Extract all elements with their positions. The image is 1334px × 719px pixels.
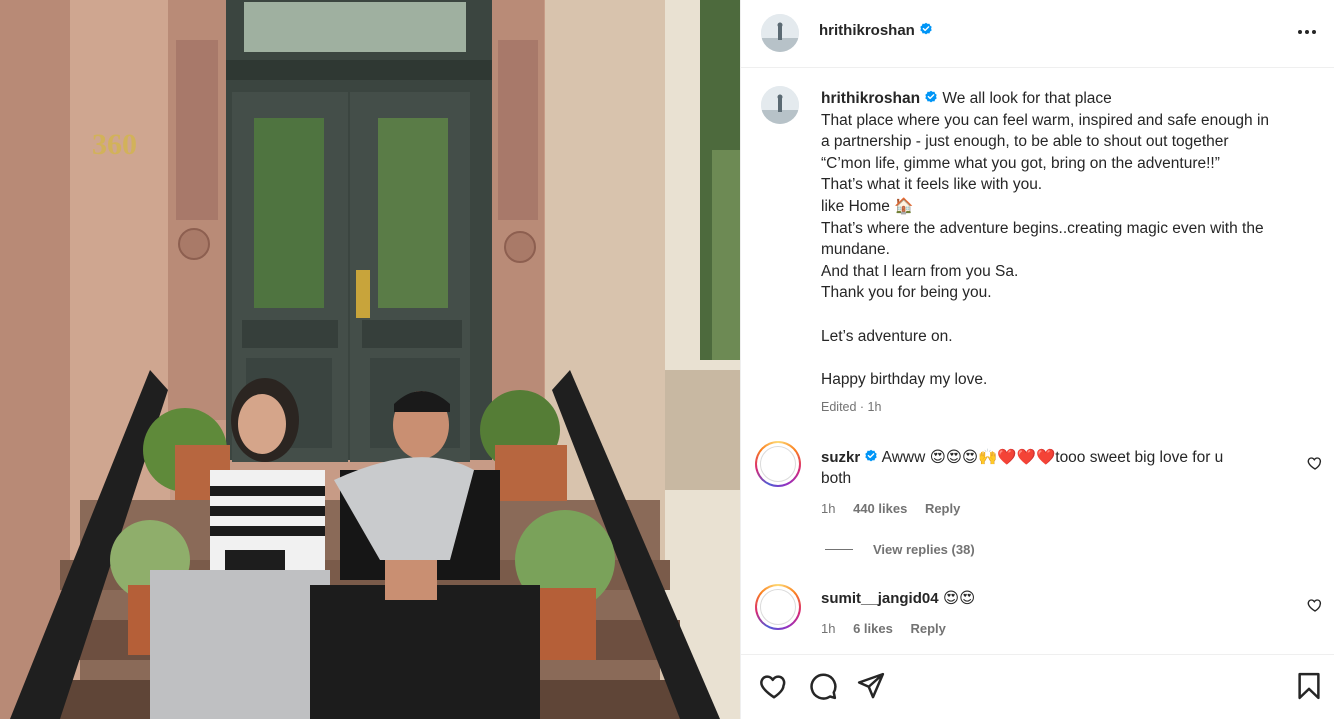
comment-username[interactable]: sumit__jangid04 xyxy=(821,590,939,607)
avatar-ring-gap xyxy=(757,443,799,485)
post-details-panel: hrithikroshan hrithikroshan We all look … xyxy=(740,0,1334,719)
comment-like-heart-icon[interactable] xyxy=(1307,597,1323,613)
view-replies-button[interactable]: View replies (38) xyxy=(825,542,975,557)
comment-icon[interactable] xyxy=(808,671,838,701)
comment-text: suzkr Awww 😍😍😍🙌❤️❤️❤️tooo sweet big love… xyxy=(821,447,1291,489)
post-action-bar xyxy=(741,654,1334,719)
bookmark-icon[interactable] xyxy=(1294,671,1324,701)
author-username[interactable]: hrithikroshan xyxy=(819,22,933,39)
caption-line: like Home 🏠 xyxy=(821,197,914,215)
more-dot xyxy=(1298,30,1302,34)
post-header: hrithikroshan xyxy=(741,0,1334,68)
caption-line: “C’mon life, gimme what you got, bring o… xyxy=(821,154,1220,172)
caption-line: a partnership - just enough, to be able … xyxy=(821,133,1229,151)
author-username-text: hrithikroshan xyxy=(819,22,915,39)
view-replies-label: View replies (38) xyxy=(873,542,975,557)
caption-line: That’s what it feels like with you. xyxy=(821,176,1043,194)
caption-line: We all look for that place xyxy=(942,90,1112,107)
post-photo-illustration: 360 xyxy=(0,0,740,719)
verified-badge-icon xyxy=(865,449,877,462)
comment-meta: 1h 6 likes Reply xyxy=(821,621,960,636)
more-dot xyxy=(1305,30,1309,34)
reply-button[interactable]: Reply xyxy=(925,501,960,516)
replies-divider xyxy=(825,549,853,550)
caption-line: And that I learn from you Sa. xyxy=(821,262,1019,280)
more-options-button[interactable] xyxy=(1295,20,1319,44)
comment-body-continued: both xyxy=(821,470,852,487)
comment-likes[interactable]: 6 likes xyxy=(853,621,893,636)
post-caption: hrithikroshan We all look for that place… xyxy=(821,88,1321,390)
reply-button[interactable]: Reply xyxy=(910,621,945,636)
more-dot xyxy=(1312,30,1316,34)
share-icon[interactable] xyxy=(856,671,886,701)
caption-timestamp: Edited · 1h xyxy=(821,400,882,414)
commenter-avatar[interactable] xyxy=(755,584,801,630)
house-number: 360 xyxy=(92,128,137,161)
avatar-image xyxy=(761,14,799,52)
caption-line: mundane. xyxy=(821,241,890,259)
comment-time: 1h xyxy=(821,621,836,636)
caption-line: That place where you can feel warm, insp… xyxy=(821,111,1270,129)
caption-first-line: hrithikroshan We all look for that place xyxy=(821,88,1321,110)
commenter-avatar[interactable] xyxy=(755,441,801,487)
comment-username[interactable]: suzkr xyxy=(821,449,860,466)
caption-line: That’s where the adventure begins..creat… xyxy=(821,219,1264,237)
comment-body: Awww 😍😍😍🙌❤️❤️❤️tooo sweet big love for u xyxy=(881,449,1224,466)
comment-text: sumit__jangid04 😍😍 xyxy=(821,588,1291,609)
comment-likes[interactable]: 440 likes xyxy=(853,501,907,516)
caption-line: Happy birthday my love. xyxy=(821,370,988,388)
comment-body: 😍😍 xyxy=(942,590,976,607)
caption-author-avatar[interactable] xyxy=(761,86,799,124)
caption-line: Thank you for being you. xyxy=(821,284,992,302)
author-avatar[interactable] xyxy=(761,14,799,52)
heart-icon[interactable] xyxy=(759,671,789,701)
comment-meta: 1h 440 likes Reply xyxy=(821,501,974,516)
comment-time: 1h xyxy=(821,501,836,516)
avatar-image xyxy=(760,446,796,482)
avatar-image xyxy=(760,589,796,625)
verified-badge-icon xyxy=(925,90,937,103)
comment-like-heart-icon[interactable] xyxy=(1307,455,1323,471)
caption-username[interactable]: hrithikroshan xyxy=(821,90,920,107)
verified-badge-icon xyxy=(920,22,932,35)
avatar-image xyxy=(761,86,799,124)
avatar-ring-gap xyxy=(757,586,799,628)
post-image[interactable]: 360 xyxy=(0,0,740,719)
caption-line: Let’s adventure on. xyxy=(821,327,953,345)
